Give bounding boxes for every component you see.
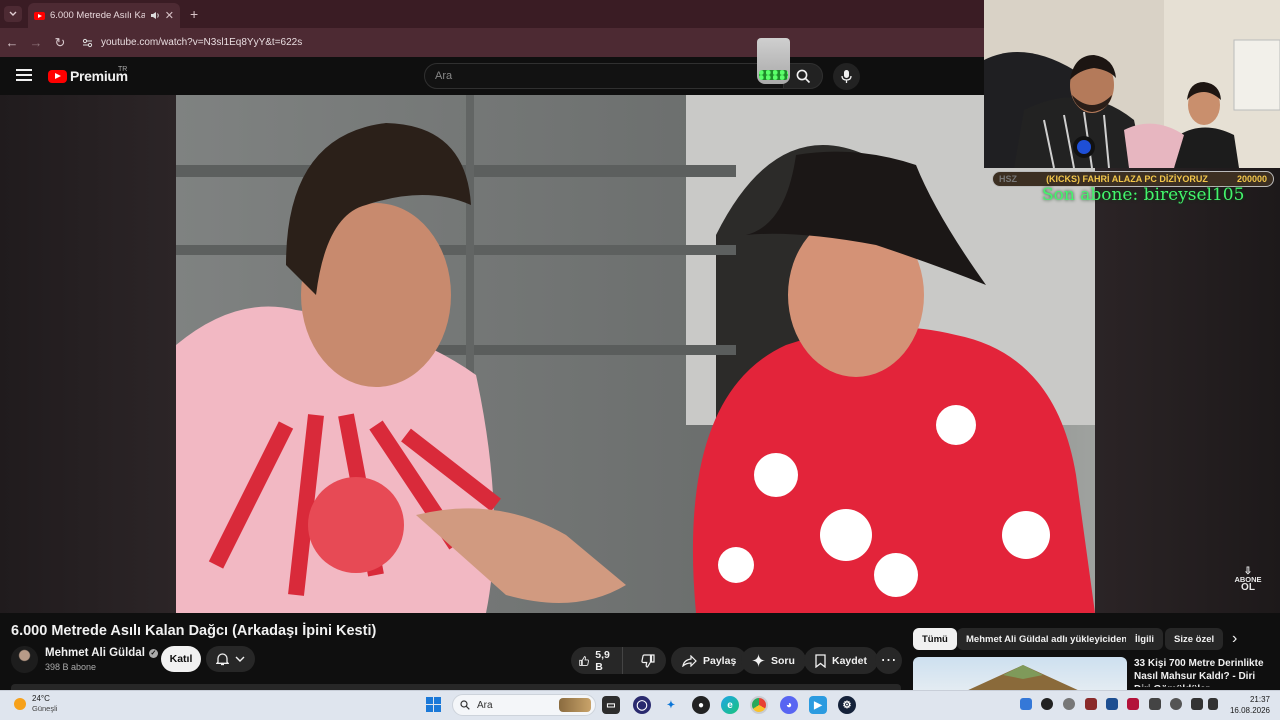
new-tab-button[interactable]: + bbox=[190, 6, 198, 22]
like-count: 5,9 B bbox=[595, 648, 610, 673]
browser-tab-active[interactable]: 6.000 Metrede Asılı Kalan D ✕ bbox=[28, 3, 180, 28]
tray-icon-4[interactable] bbox=[1085, 698, 1097, 710]
youtube-premium-logo[interactable]: Premium TR bbox=[48, 66, 128, 84]
url-text: youtube.com/watch?v=N3sl1Eq8YyY&t=622s bbox=[101, 37, 303, 48]
video-title: 6.000 Metrede Asılı Kalan Dağcı (Arkadaş… bbox=[11, 623, 377, 639]
dislike-button[interactable] bbox=[629, 647, 667, 674]
windows-icon[interactable] bbox=[426, 697, 441, 712]
search-icon bbox=[796, 69, 810, 83]
mic-icon bbox=[841, 70, 852, 83]
notification-button[interactable] bbox=[206, 646, 255, 672]
app-media-icon[interactable]: ▶ bbox=[809, 696, 827, 714]
volume-icon[interactable] bbox=[1208, 698, 1218, 710]
reload-icon[interactable]: ↻ bbox=[48, 35, 72, 51]
save-icon bbox=[815, 653, 826, 668]
search-icon bbox=[460, 700, 470, 710]
tray-icon-2[interactable] bbox=[1041, 698, 1053, 710]
video-frame[interactable] bbox=[176, 95, 1095, 613]
save-button[interactable]: Kaydet bbox=[804, 647, 879, 674]
menu-icon[interactable] bbox=[16, 69, 32, 81]
tray-icon-7[interactable] bbox=[1149, 698, 1161, 710]
ol-text: OL bbox=[1241, 582, 1255, 593]
chip-for-you[interactable]: Size özel bbox=[1165, 628, 1224, 650]
ticker-left: HSZ bbox=[999, 174, 1017, 184]
close-icon[interactable]: ✕ bbox=[165, 9, 174, 22]
app-chatgpt-icon[interactable]: ● bbox=[692, 696, 710, 714]
chip-from-uploader[interactable]: Mehmet Ali Güldal adlı yükleyiciden bbox=[957, 628, 1137, 650]
mic-tray-icon[interactable] bbox=[1170, 698, 1182, 710]
clock-time: 21:37 bbox=[1249, 695, 1270, 704]
last-subscriber-text: Son abone: bireysel105 bbox=[1042, 185, 1245, 205]
verified-icon: ✓ bbox=[148, 648, 158, 658]
webcam-image bbox=[984, 0, 1280, 168]
url-field[interactable]: youtube.com/watch?v=N3sl1Eq8YyY&t=622s bbox=[76, 32, 966, 54]
youtube-favicon-icon bbox=[34, 11, 45, 20]
chip-related[interactable]: İlgili bbox=[1126, 628, 1163, 650]
discord-icon[interactable]: ◕ bbox=[780, 696, 798, 714]
share-icon bbox=[682, 654, 697, 667]
region-code: TR bbox=[118, 66, 128, 73]
dislike-icon bbox=[640, 653, 655, 668]
app-diamond-icon[interactable]: ✦ bbox=[662, 696, 680, 714]
ask-button[interactable]: Soru bbox=[741, 647, 806, 674]
steam-icon[interactable]: ⚙ bbox=[838, 696, 856, 714]
ask-label: Soru bbox=[771, 654, 795, 667]
ticker-goal: 200000 bbox=[1236, 174, 1267, 184]
speaker-icon[interactable] bbox=[150, 11, 160, 20]
chip-all[interactable]: Tümü bbox=[913, 628, 957, 650]
forward-icon[interactable]: → bbox=[24, 35, 48, 50]
share-label: Paylaş bbox=[703, 654, 737, 667]
tray-icon-5[interactable] bbox=[1106, 698, 1118, 710]
subscribe-watermark[interactable]: ⇩ ABONE OL bbox=[1233, 567, 1263, 593]
tab-title: 6.000 Metrede Asılı Kalan D bbox=[50, 10, 145, 21]
search-input[interactable]: Ara bbox=[424, 63, 784, 89]
save-label: Kaydet bbox=[832, 654, 868, 667]
subscriber-count: 398 B abone bbox=[45, 662, 97, 672]
weather-condition: Güneşli bbox=[32, 704, 58, 713]
player-left-blur bbox=[0, 95, 176, 613]
network-icon[interactable] bbox=[1191, 698, 1203, 710]
bell-icon bbox=[216, 653, 229, 666]
app-circle-icon[interactable]: ◯ bbox=[633, 696, 651, 714]
like-dislike-group: 5,9 B bbox=[571, 647, 666, 674]
voice-search-button[interactable] bbox=[833, 63, 860, 90]
weather-widget[interactable]: 24°C Güneşli bbox=[14, 694, 57, 713]
chrome-icon[interactable] bbox=[750, 696, 768, 714]
streamer-webcam bbox=[984, 0, 1280, 168]
channel-name[interactable]: Mehmet Ali Güldal bbox=[45, 647, 145, 659]
channel-name-row[interactable]: Mehmet Ali Güldal ✓ bbox=[45, 647, 158, 659]
back-icon[interactable]: ← bbox=[0, 35, 24, 50]
clock-date: 16.08.2026 bbox=[1229, 706, 1270, 715]
task-view-icon[interactable]: ▭ bbox=[602, 696, 620, 714]
address-bar-row: ← → ↻ youtube.com/watch?v=N3sl1Eq8YyY&t=… bbox=[0, 28, 984, 57]
sparkle-icon bbox=[752, 654, 765, 667]
taskbar-search[interactable]: Ara bbox=[452, 694, 596, 716]
youtube-logo-icon bbox=[48, 69, 67, 83]
overlay-cup-graphic bbox=[757, 38, 790, 84]
like-button[interactable]: 5,9 B bbox=[571, 647, 623, 674]
share-button[interactable]: Paylaş bbox=[671, 647, 748, 674]
sun-icon bbox=[14, 697, 26, 710]
tab-list-button[interactable] bbox=[4, 6, 22, 22]
chevron-down-icon bbox=[9, 11, 17, 16]
temperature: 24°C bbox=[32, 694, 50, 703]
like-icon bbox=[579, 655, 589, 666]
ticker-text: (KICKS) FAHRİ ALAZA PC DİZİYORUZ bbox=[1046, 174, 1208, 184]
tray-icon-3[interactable] bbox=[1063, 698, 1075, 710]
channel-avatar[interactable] bbox=[11, 646, 38, 673]
recommendation-title[interactable]: 33 Kişi 700 Metre Derinlikte Nasıl Mahsu… bbox=[1134, 657, 1274, 687]
search-placeholder: Ara bbox=[435, 70, 453, 82]
taskbar-search-placeholder: Ara bbox=[477, 699, 493, 711]
chevron-down-icon bbox=[235, 656, 245, 662]
join-button[interactable]: Katıl bbox=[161, 646, 201, 672]
video-scene-image bbox=[176, 95, 1095, 613]
tray-icon-6[interactable] bbox=[1127, 698, 1139, 710]
tray-icon-1[interactable] bbox=[1020, 698, 1032, 710]
chevron-right-icon[interactable]: › bbox=[1232, 630, 1237, 648]
edge-icon[interactable]: e bbox=[721, 696, 739, 714]
search-highlight-icon bbox=[559, 698, 591, 712]
taskbar-clock[interactable]: 21:37 16.08.2026 bbox=[1226, 694, 1270, 716]
more-icon[interactable]: ⋯ bbox=[875, 647, 902, 674]
site-info-icon[interactable] bbox=[82, 38, 93, 48]
